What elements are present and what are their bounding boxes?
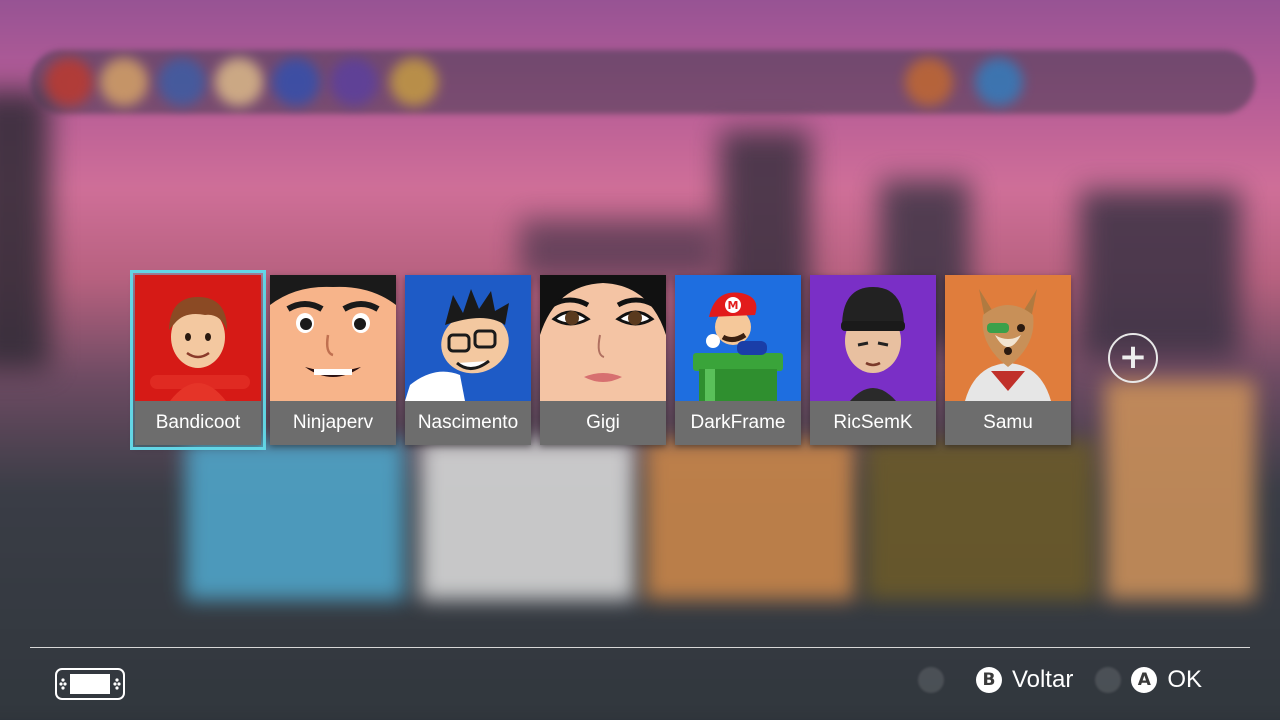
mii-red-avatar [135, 275, 261, 401]
user-tile-gigi[interactable]: Gigi [540, 275, 666, 445]
ok-button[interactable]: A OK [1095, 666, 1202, 694]
add-user-button[interactable]: + [1108, 333, 1158, 383]
back-label: Voltar [1011, 666, 1074, 693]
switch-console-icon [55, 668, 125, 700]
mii-beanie-avatar [810, 275, 936, 401]
user-tile-ricsemk[interactable]: RicSemK [810, 275, 936, 445]
a-button-icon: A [1131, 667, 1158, 693]
user-name: Samu [945, 401, 1071, 445]
user-tile-bandicoot[interactable]: Bandicoot [130, 270, 266, 450]
plus-icon: + [1118, 336, 1148, 377]
mii-female-avatar [540, 275, 666, 401]
user-tile-darkframe[interactable]: M DarkFrame [675, 275, 801, 445]
user-selection-row: Bandicoot Ninjaperv Nascimento Gigi M Da… [130, 270, 1071, 450]
mii-face-avatar [270, 275, 396, 401]
user-name: DarkFrame [675, 401, 801, 445]
user-tile-ninjaperv[interactable]: Ninjaperv [270, 275, 396, 445]
mii-glasses-avatar [405, 275, 531, 401]
blurred-button-hint [1095, 667, 1122, 693]
mario-pipe-avatar: M [675, 275, 801, 401]
user-name: Nascimento [405, 401, 531, 445]
blurred-button-hint [917, 667, 944, 693]
footer-actions: B Voltar A OK [917, 666, 1202, 694]
user-tile-samu[interactable]: Samu [945, 275, 1071, 445]
user-name: Gigi [540, 401, 666, 445]
back-button[interactable]: B Voltar [975, 666, 1074, 694]
b-button-icon: B [975, 667, 1002, 693]
svg-text:M: M [728, 299, 739, 312]
fox-avatar [945, 275, 1071, 401]
user-tile-nascimento[interactable]: Nascimento [405, 275, 531, 445]
user-name: RicSemK [810, 401, 936, 445]
user-name: Ninjaperv [270, 401, 396, 445]
footer-divider [30, 647, 1250, 648]
ok-label: OK [1167, 666, 1202, 693]
user-name: Bandicoot [135, 401, 261, 445]
